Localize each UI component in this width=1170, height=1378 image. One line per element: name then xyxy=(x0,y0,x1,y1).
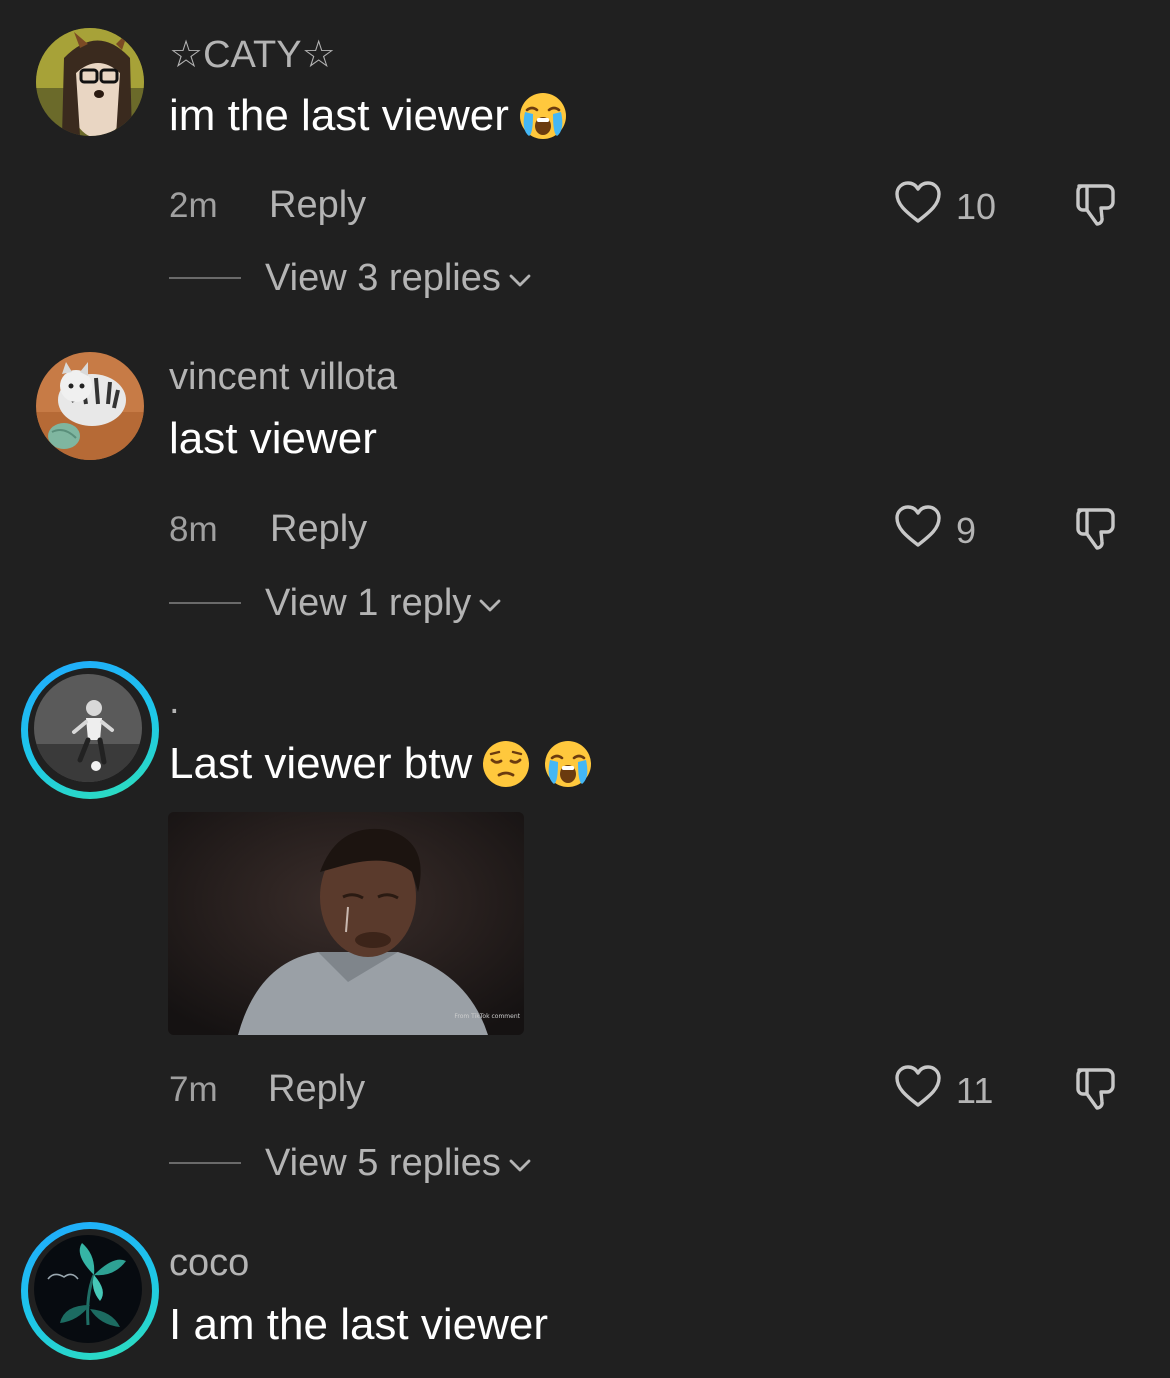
comment-time: 7m xyxy=(169,1070,218,1109)
divider-line xyxy=(169,277,241,279)
gif-attachment[interactable]: From TikTok comment xyxy=(168,812,524,1035)
avatar[interactable] xyxy=(36,352,144,460)
view-replies-label: View 5 replies xyxy=(265,1141,501,1184)
story-ring[interactable] xyxy=(21,1222,159,1360)
username[interactable]: coco xyxy=(169,1242,249,1285)
avatar[interactable] xyxy=(36,28,144,136)
divider-line xyxy=(169,602,241,604)
comment-text: I am the last viewer xyxy=(169,1300,548,1350)
heart-outline-icon[interactable] xyxy=(893,1062,943,1112)
comment-time: 8m xyxy=(169,510,218,549)
reply-button[interactable]: Reply xyxy=(268,1068,365,1111)
comment-text-content: im the last viewer xyxy=(169,91,509,140)
username[interactable]: . xyxy=(169,680,180,723)
heart-outline-icon[interactable] xyxy=(893,178,943,228)
comment-text-content: last viewer xyxy=(169,414,377,463)
avatar[interactable] xyxy=(34,1235,142,1343)
avatar[interactable] xyxy=(34,674,142,782)
pensive-face-icon xyxy=(480,738,532,790)
comment-actions: 8m Reply 9 xyxy=(169,502,1129,552)
comment-text: Last viewer btw xyxy=(169,738,594,790)
username[interactable]: ☆CATY☆ xyxy=(169,32,336,77)
thumbs-down-outline-icon[interactable] xyxy=(1071,1062,1123,1114)
comment-actions: 7m Reply 11 xyxy=(169,1062,1129,1112)
reply-button[interactable]: Reply xyxy=(270,508,367,551)
loudly-crying-face-icon xyxy=(517,90,569,142)
gif-watermark: From TikTok comment xyxy=(454,1013,520,1020)
reply-button[interactable]: Reply xyxy=(269,184,366,227)
like-count: 11 xyxy=(956,1070,994,1111)
comment-time: 2m xyxy=(169,186,218,225)
chevron-down-icon xyxy=(507,1152,533,1178)
loudly-crying-face-icon xyxy=(542,738,594,790)
username[interactable]: vincent villota xyxy=(169,356,397,399)
chevron-down-icon xyxy=(477,592,503,618)
comment-text-content: I am the last viewer xyxy=(169,1300,549,1349)
comment-text: im the last viewer xyxy=(169,90,569,142)
story-ring[interactable] xyxy=(21,661,159,799)
comment-text-content: Last viewer btw xyxy=(169,739,473,788)
chevron-down-icon xyxy=(507,267,533,293)
comment-text: last viewer xyxy=(169,414,377,464)
view-replies-label: View 3 replies xyxy=(265,256,501,299)
view-replies-label: View 1 reply xyxy=(265,581,472,624)
like-count: 9 xyxy=(956,510,977,551)
view-replies-button[interactable]: View 3 replies xyxy=(169,255,533,301)
like-count: 10 xyxy=(956,186,997,227)
thumbs-down-outline-icon[interactable] xyxy=(1071,178,1123,230)
view-replies-button[interactable]: View 1 reply xyxy=(169,580,503,626)
thumbs-down-outline-icon[interactable] xyxy=(1071,502,1123,554)
view-replies-button[interactable]: View 5 replies xyxy=(169,1140,533,1186)
divider-line xyxy=(169,1162,241,1164)
comment-actions: 2m Reply 10 xyxy=(169,178,1129,228)
heart-outline-icon[interactable] xyxy=(893,502,943,552)
